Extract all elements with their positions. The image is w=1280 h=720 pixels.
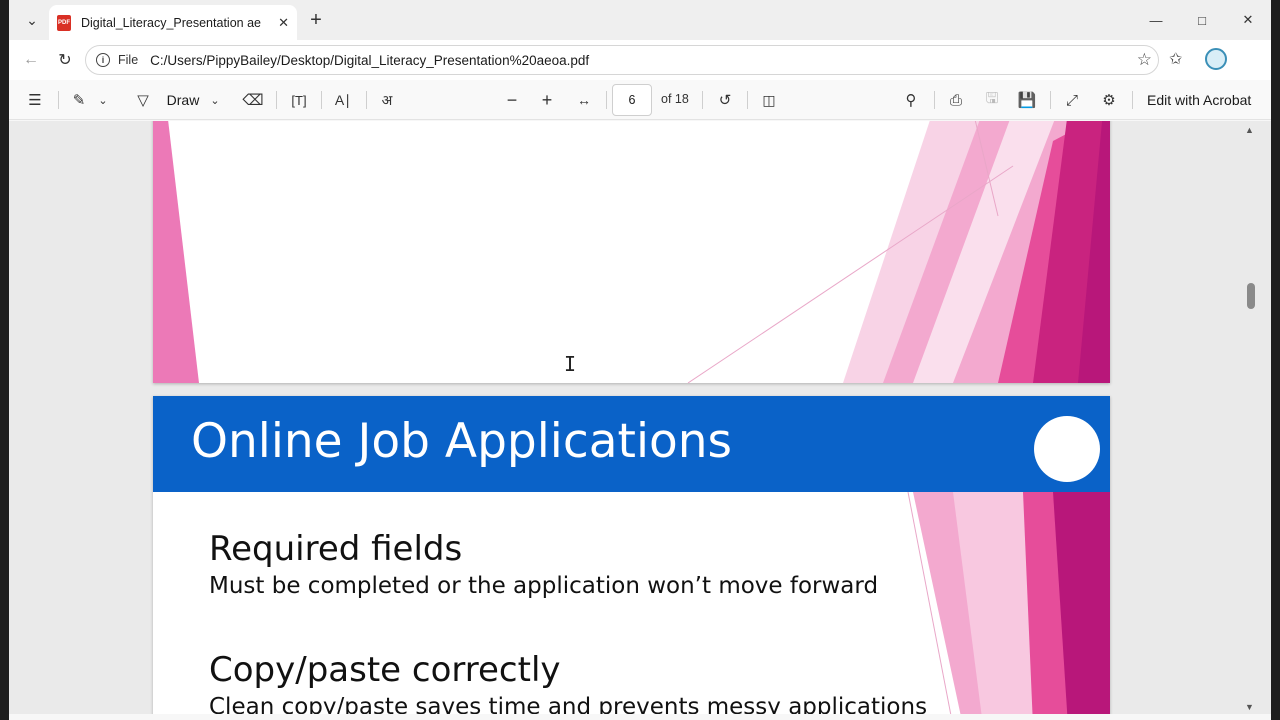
draw-icon[interactable]: ▽ bbox=[133, 88, 153, 112]
save-icon[interactable]: 🖫 bbox=[980, 88, 1004, 112]
page-view-icon[interactable]: ◫ bbox=[757, 88, 781, 112]
separator bbox=[1132, 91, 1133, 109]
url-text[interactable]: C:/Users/PippyBailey/Desktop/Digital_Lit… bbox=[150, 53, 589, 68]
fit-to-width-icon[interactable]: ↔ bbox=[572, 88, 596, 112]
pdf-viewer[interactable]: Online Job Applications Required fields … bbox=[9, 121, 1271, 714]
profile-avatar[interactable] bbox=[1205, 48, 1227, 70]
previous-slide-page bbox=[153, 121, 1110, 383]
separator bbox=[747, 91, 748, 109]
print-icon[interactable]: ⎙ bbox=[944, 88, 968, 112]
favorites-icon[interactable]: ✩ bbox=[1169, 49, 1182, 69]
window-controls: — □ ✕ bbox=[1133, 0, 1271, 40]
text-box-icon[interactable]: [T] bbox=[287, 88, 311, 112]
active-tab[interactable]: PDF Digital_Literacy_Presentation aeoa.p… bbox=[49, 5, 297, 40]
separator bbox=[276, 91, 277, 109]
highlight-icon[interactable]: ✎ bbox=[67, 88, 91, 112]
vertical-scrollbar[interactable]: ▲ ▼ bbox=[1240, 121, 1262, 714]
edit-with-acrobat-button[interactable]: Edit with Acrobat bbox=[1147, 92, 1251, 108]
contents-icon[interactable]: ☰ bbox=[23, 88, 47, 112]
chevron-down-icon[interactable]: ⌄ bbox=[95, 88, 111, 112]
address-bar[interactable]: i File C:/Users/PippyBailey/Desktop/Digi… bbox=[85, 45, 1159, 75]
favorite-star-icon[interactable]: ☆ bbox=[1137, 50, 1152, 70]
zoom-out-icon[interactable]: − bbox=[500, 88, 524, 112]
tab-title: Digital_Literacy_Presentation aeoa.pdf bbox=[81, 15, 261, 30]
scroll-down-icon[interactable]: ▼ bbox=[1245, 702, 1254, 712]
info-icon[interactable]: i bbox=[96, 53, 110, 67]
fullscreen-icon[interactable]: ⤢ bbox=[1060, 88, 1084, 112]
translate-icon[interactable]: अ bbox=[375, 88, 399, 112]
new-tab-icon[interactable]: + bbox=[303, 8, 329, 32]
chevron-down-icon[interactable]: ⌄ bbox=[207, 88, 223, 112]
search-icon[interactable]: ⚲ bbox=[899, 88, 923, 112]
title-bar: ⌄ PDF Digital_Literacy_Presentation aeoa… bbox=[9, 0, 1271, 40]
refresh-icon[interactable]: ↻ bbox=[51, 48, 79, 72]
current-slide-page: Online Job Applications Required fields … bbox=[153, 396, 1110, 714]
save-as-icon[interactable]: 💾 bbox=[1015, 88, 1039, 112]
bullet-text: Must be completed or the application won… bbox=[209, 573, 879, 599]
text-cursor-icon: I bbox=[564, 352, 577, 376]
eraser-icon[interactable]: ⌫ bbox=[241, 88, 265, 112]
bullet-heading: Required fields bbox=[209, 529, 463, 569]
pdf-toolbar: ☰ ✎ ⌄ ▽ Draw ⌄ ⌫ [T] A∣ अ − + ↔ 6 of 18 … bbox=[9, 80, 1271, 120]
read-aloud-icon[interactable]: A∣ bbox=[331, 88, 355, 112]
draw-label[interactable]: Draw bbox=[163, 88, 203, 112]
tab-actions-icon[interactable]: ⌄ bbox=[19, 8, 45, 32]
close-icon[interactable]: ✕ bbox=[1225, 0, 1271, 40]
scrollbar-thumb[interactable] bbox=[1247, 283, 1255, 309]
rotate-icon[interactable]: ↺ bbox=[713, 88, 737, 112]
slide-title: Online Job Applications bbox=[191, 414, 733, 469]
scroll-up-icon[interactable]: ▲ bbox=[1245, 125, 1254, 135]
separator bbox=[58, 91, 59, 109]
pdf-icon: PDF bbox=[57, 14, 71, 31]
page-total: of 18 bbox=[661, 92, 689, 106]
slide-title-band: Online Job Applications bbox=[153, 396, 1110, 492]
decorative-circle bbox=[1034, 416, 1100, 482]
bullet-text: Clean copy/paste saves time and prevents… bbox=[209, 694, 928, 714]
zoom-in-icon[interactable]: + bbox=[535, 88, 559, 112]
maximize-icon[interactable]: □ bbox=[1179, 0, 1225, 40]
navigation-bar: ← ↻ i File C:/Users/PippyBailey/Desktop/… bbox=[9, 40, 1271, 80]
separator bbox=[1050, 91, 1051, 109]
separator bbox=[606, 91, 607, 109]
minimize-icon[interactable]: — bbox=[1133, 0, 1179, 40]
tab-close-icon[interactable]: ✕ bbox=[278, 15, 289, 31]
settings-gear-icon[interactable]: ⚙ bbox=[1097, 88, 1121, 112]
page-number-input[interactable]: 6 bbox=[612, 84, 652, 116]
back-icon[interactable]: ← bbox=[17, 48, 45, 72]
separator bbox=[366, 91, 367, 109]
url-scheme-label: File bbox=[118, 53, 139, 67]
slide-decoration bbox=[153, 121, 1110, 383]
separator bbox=[934, 91, 935, 109]
bullet-heading: Copy/paste correctly bbox=[209, 650, 561, 690]
separator bbox=[702, 91, 703, 109]
separator bbox=[321, 91, 322, 109]
